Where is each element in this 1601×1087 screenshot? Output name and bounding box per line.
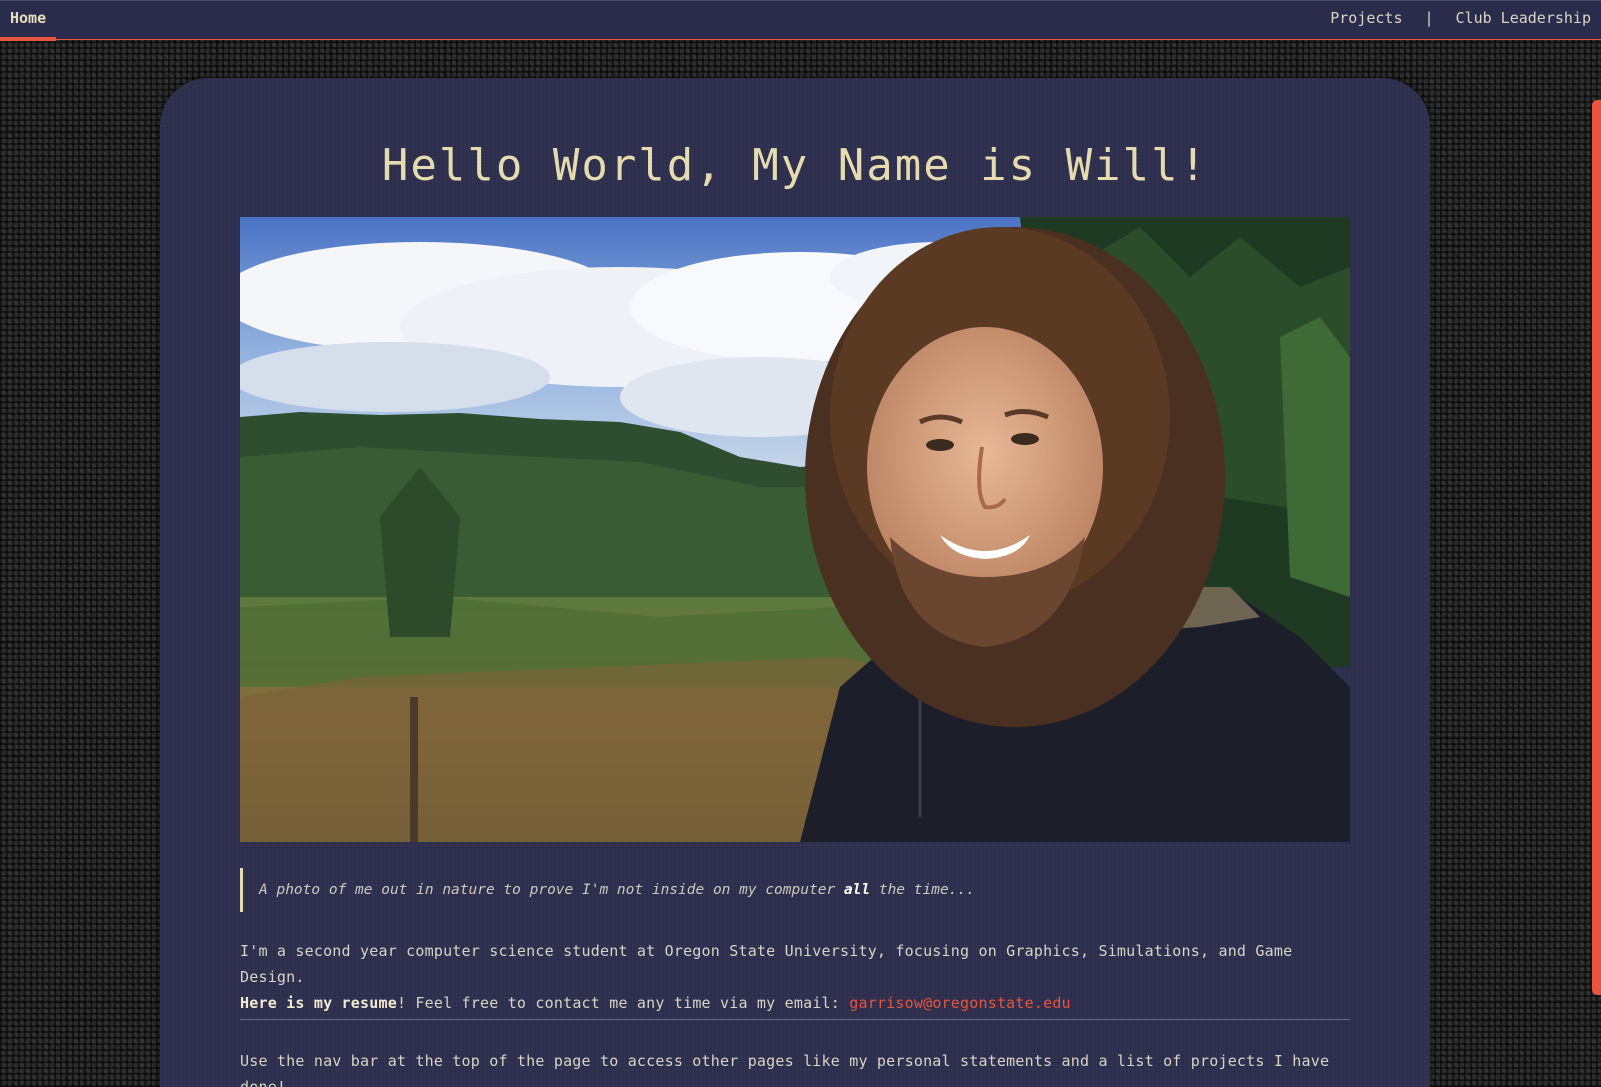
photo-caption: A photo of me out in nature to prove I'm…: [240, 868, 1350, 912]
main-content-card: Hello World, My Name is Will! A photo of…: [160, 78, 1430, 1087]
bio-line: I'm a second year computer science stude…: [240, 942, 1293, 986]
contact-text: ! Feel free to contact me any time via m…: [396, 994, 850, 1012]
bio-paragraph: I'm a second year computer science stude…: [240, 938, 1360, 1016]
nav-club-leadership-link[interactable]: Club Leadership: [1456, 1, 1591, 40]
page-title: Hello World, My Name is Will!: [381, 140, 1209, 191]
caption-text: A photo of me out in nature to prove I'm…: [259, 882, 844, 898]
caption-text-end: the time...: [870, 882, 975, 898]
profile-photo: [240, 217, 1350, 842]
top-nav-bar: Home Projects | Club Leadership: [0, 0, 1601, 41]
nav-hint-text: Use the nav bar at the top of the page t…: [240, 1052, 1330, 1087]
caption-emphasis: all: [843, 882, 871, 898]
nav-right-links: Projects | Club Leadership: [1330, 1, 1591, 40]
scrollbar-thumb[interactable]: [1592, 100, 1601, 995]
resume-link[interactable]: Here is my resume: [240, 994, 397, 1012]
bio-contact-line: Here is my resume! Feel free to contact …: [240, 990, 1360, 1016]
section-divider: [240, 1019, 1350, 1020]
nav-home-link[interactable]: Home: [0, 1, 57, 41]
email-link[interactable]: garrisow@oregonstate.edu: [849, 994, 1071, 1012]
nav-separator: |: [1424, 9, 1434, 27]
nav-projects-link[interactable]: Projects: [1330, 1, 1402, 40]
